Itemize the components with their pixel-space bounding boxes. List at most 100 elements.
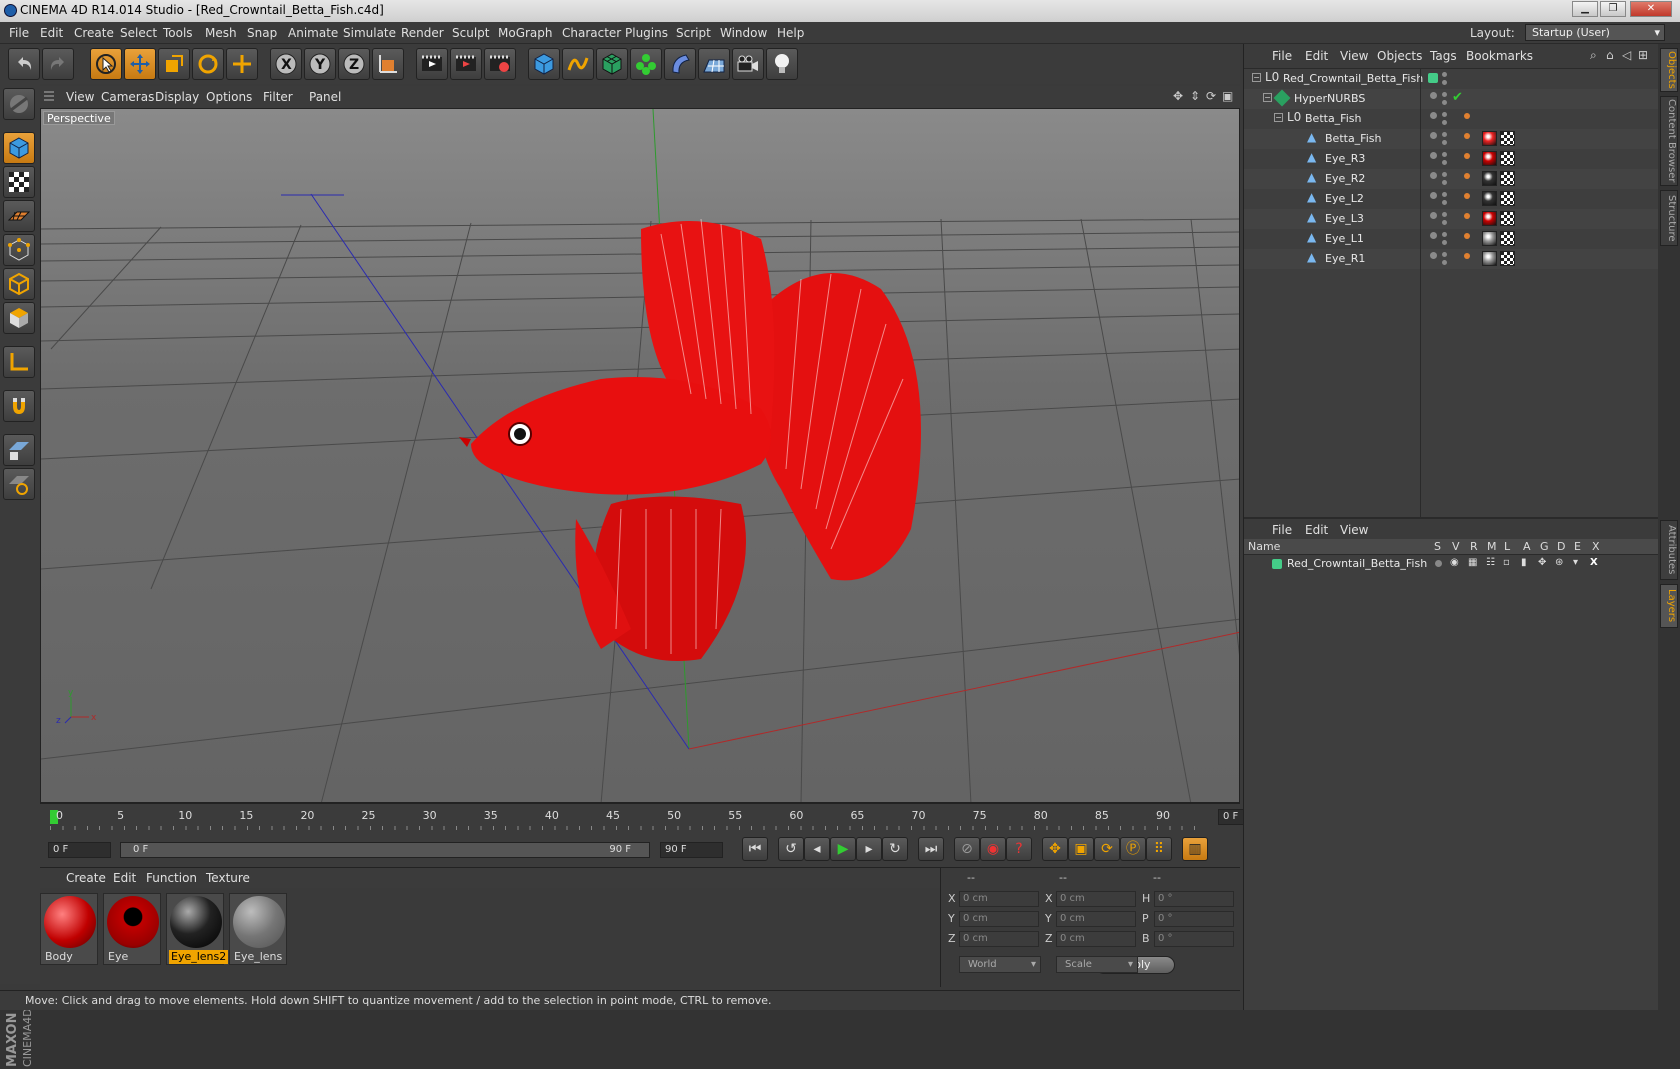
close-button[interactable]: ✕	[1630, 1, 1672, 17]
tab-attributes[interactable]: Attributes	[1660, 520, 1678, 580]
spline-pen-button[interactable]	[562, 48, 594, 80]
menu-create[interactable]: Create	[74, 26, 114, 40]
menu-sculpt[interactable]: Sculpt	[452, 26, 489, 40]
object-row[interactable]: ▲ Betta_Fish	[1244, 129, 1659, 149]
viewport-menu-filter[interactable]: Filter	[263, 90, 293, 104]
planar-workplane-button[interactable]	[3, 468, 35, 500]
uvw-tag-icon[interactable]	[1500, 211, 1515, 226]
phong-tag-icon[interactable]	[1464, 213, 1470, 219]
material-menu-function[interactable]: Function	[146, 871, 197, 885]
material-swatch-body[interactable]: Body	[40, 893, 98, 965]
uvw-tag-icon[interactable]	[1500, 251, 1515, 266]
end-frame-field[interactable]: 90 F	[660, 842, 723, 858]
keyframe-selection-button[interactable]: ?	[1006, 837, 1032, 861]
move-tool-button[interactable]	[124, 48, 156, 80]
locked-workplane-button[interactable]	[3, 434, 35, 466]
viewport-menu-panel[interactable]: Panel	[309, 90, 341, 104]
autokeying-button[interactable]: ◉	[980, 837, 1006, 861]
cube-object-button[interactable]	[528, 48, 560, 80]
record-scale-button[interactable]: ▣	[1068, 837, 1094, 861]
render-visibility-dot[interactable]	[1442, 160, 1447, 165]
next-frame-button[interactable]: ▸	[856, 837, 882, 861]
go-to-end-button[interactable]: ⏭	[918, 837, 944, 861]
coordinate-system-button[interactable]	[372, 48, 404, 80]
tab-content-browser[interactable]: Content Browser	[1660, 96, 1678, 186]
object-row[interactable]: − HyperNURBS ✔	[1244, 89, 1659, 109]
menu-window[interactable]: Window	[720, 26, 767, 40]
viewport-rotate-icon[interactable]: ⟳	[1206, 89, 1216, 103]
coord-pos-y-field[interactable]: 0 cm	[959, 911, 1039, 927]
editor-visibility-dot[interactable]	[1442, 72, 1447, 77]
object-name[interactable]: HyperNURBS	[1294, 92, 1365, 105]
editor-visibility-dot[interactable]	[1442, 132, 1447, 137]
recent-tool-button[interactable]	[226, 48, 258, 80]
coord-size-y-field[interactable]: 0 cm	[1056, 911, 1136, 927]
search-icon[interactable]: ⌕	[1590, 48, 1597, 63]
subdivision-surface-button[interactable]	[596, 48, 628, 80]
menu-render[interactable]: Render	[401, 26, 444, 40]
layer-render-icon[interactable]: ▦	[1468, 557, 1477, 568]
layer-xref-icon[interactable]: X	[1590, 557, 1598, 568]
object-row[interactable]: − L0 Betta_Fish	[1244, 109, 1659, 129]
editor-visibility-dot[interactable]	[1430, 232, 1437, 239]
render-visibility-dot[interactable]	[1442, 80, 1447, 85]
object-row[interactable]: ▲ Eye_R3	[1244, 149, 1659, 169]
object-name[interactable]: Eye_L1	[1325, 232, 1364, 245]
floor-button[interactable]	[698, 48, 730, 80]
editor-visibility-dot[interactable]	[1430, 132, 1437, 139]
record-point-level-button[interactable]: ⠿	[1146, 837, 1172, 861]
timeline-ruler[interactable]: 0 5 10 15 20 25 30 35 40 45 50 55 60 65 70 75 80 85 90 0 F	[40, 803, 1280, 833]
viewport-menu-view[interactable]: View	[66, 90, 94, 104]
frame-range-slider[interactable]: 0 F 90 F	[120, 842, 650, 858]
phong-tag-icon[interactable]	[1464, 153, 1470, 159]
material-tag-icon[interactable]	[1482, 171, 1497, 186]
undo-button[interactable]	[8, 48, 40, 80]
polygons-mode-button[interactable]	[3, 302, 35, 334]
start-frame-field[interactable]: 0 F	[48, 842, 111, 858]
layers-menu-view[interactable]: View	[1340, 523, 1368, 537]
tab-structure[interactable]: Structure	[1660, 190, 1678, 246]
layer-color-swatch[interactable]	[1272, 559, 1282, 569]
cloner-button[interactable]	[630, 48, 662, 80]
record-keys-button[interactable]: ⊘	[954, 837, 980, 861]
material-swatch-eye-lens2[interactable]: Eye_lens2	[166, 893, 229, 965]
menu-script[interactable]: Script	[676, 26, 711, 40]
record-parameter-button[interactable]: Ⓟ	[1120, 837, 1146, 861]
viewport-zoom-icon[interactable]: ⇕	[1190, 89, 1200, 103]
coord-rot-p-field[interactable]: 0 °	[1154, 911, 1234, 927]
editor-visibility-dot[interactable]	[1442, 112, 1447, 117]
object-row[interactable]: ▲ Eye_R2	[1244, 169, 1659, 189]
material-menu-create[interactable]: Create	[66, 871, 106, 885]
expand-toggle-icon[interactable]: −	[1274, 113, 1283, 122]
uvw-tag-icon[interactable]	[1500, 171, 1515, 186]
menu-animate[interactable]: Animate	[288, 26, 338, 40]
obj-menu-bookmarks[interactable]: Bookmarks	[1466, 49, 1533, 63]
obj-menu-edit[interactable]: Edit	[1305, 49, 1328, 63]
viewport-menu-cameras[interactable]: Cameras	[101, 90, 154, 104]
editor-visibility-dot[interactable]	[1442, 252, 1447, 257]
render-view-button[interactable]	[416, 48, 448, 80]
layer-expressions-icon[interactable]: ▾	[1573, 557, 1578, 568]
render-visibility-dot[interactable]	[1442, 120, 1447, 125]
editor-visibility-dot[interactable]	[1430, 112, 1437, 119]
y-axis-lock-button[interactable]: Y	[304, 48, 336, 80]
minimize-button[interactable]: ▁	[1572, 1, 1598, 17]
previous-frame-button[interactable]: ◂	[804, 837, 830, 861]
record-rotation-button[interactable]: ⟳	[1094, 837, 1120, 861]
make-editable-button[interactable]	[3, 88, 35, 120]
menu-select[interactable]: Select	[120, 26, 157, 40]
material-tag-icon[interactable]	[1482, 191, 1497, 206]
scale-tool-button[interactable]	[158, 48, 190, 80]
object-row[interactable]: − L0 Red_Crowntail_Betta_Fish	[1244, 69, 1659, 89]
material-swatch-eye[interactable]: Eye	[103, 893, 161, 965]
layer-name[interactable]: Red_Crowntail_Betta_Fish	[1287, 557, 1427, 570]
expand-toggle-icon[interactable]: −	[1263, 93, 1272, 102]
workplane-mode-button[interactable]	[3, 200, 35, 232]
object-row[interactable]: ▲ Eye_L1	[1244, 229, 1659, 249]
editor-visibility-dot[interactable]	[1442, 172, 1447, 177]
object-name[interactable]: Eye_L2	[1325, 192, 1364, 205]
go-to-previous-key-button[interactable]: ↺	[778, 837, 804, 861]
live-selection-button[interactable]	[90, 48, 122, 80]
material-tag-icon[interactable]	[1482, 251, 1497, 266]
editor-visibility-dot[interactable]	[1430, 92, 1437, 99]
